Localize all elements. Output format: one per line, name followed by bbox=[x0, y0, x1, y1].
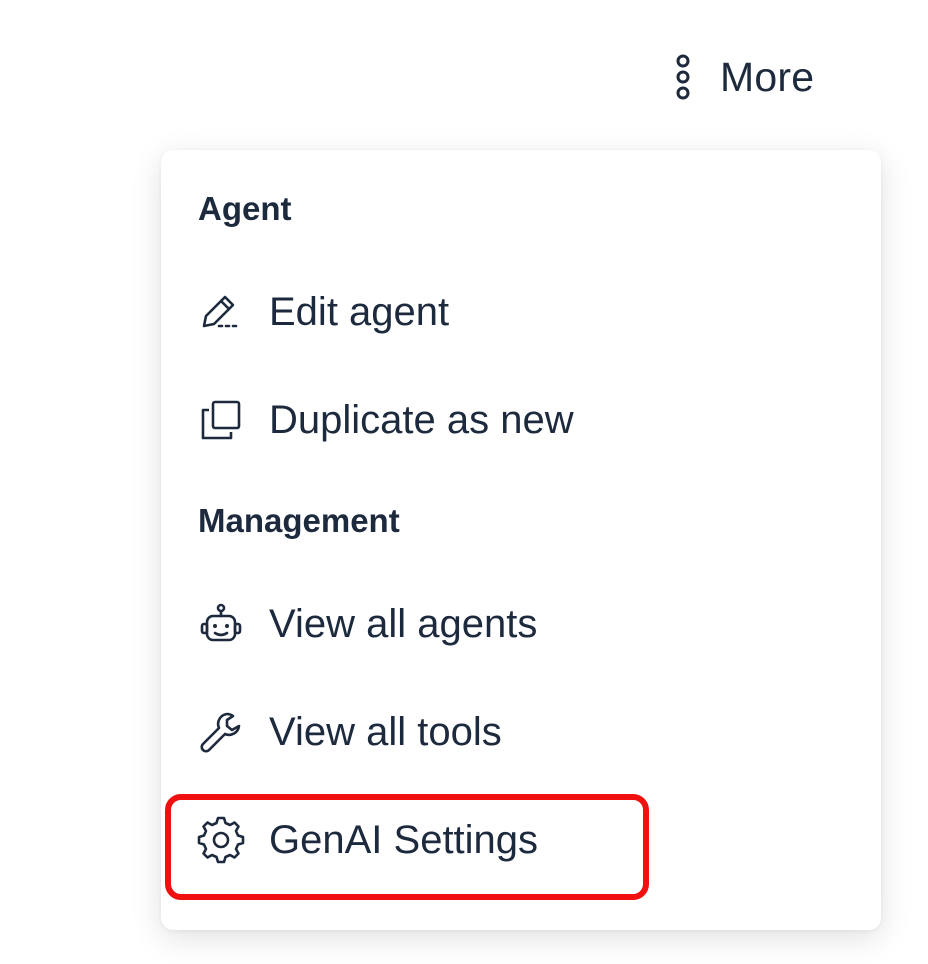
vertical-ellipsis-icon bbox=[672, 51, 694, 103]
wrench-icon bbox=[197, 708, 245, 756]
section-heading-agent: Agent bbox=[198, 190, 292, 227]
menu-item-view-all-agents[interactable]: View all agents bbox=[181, 584, 861, 664]
more-button[interactable]: More bbox=[672, 44, 814, 110]
menu-item-edit-agent[interactable]: Edit agent bbox=[181, 272, 861, 352]
robot-icon bbox=[197, 600, 245, 648]
menu-item-label: View all tools bbox=[269, 709, 502, 754]
menu-item-label: Duplicate as new bbox=[269, 397, 574, 442]
copy-icon bbox=[197, 396, 245, 444]
menu-item-label: View all agents bbox=[269, 601, 538, 646]
menu-item-genai-settings[interactable]: GenAI Settings bbox=[181, 800, 861, 880]
menu-item-view-all-tools[interactable]: View all tools bbox=[181, 692, 861, 772]
pencil-icon bbox=[197, 288, 245, 336]
menu-item-label: Edit agent bbox=[269, 289, 450, 334]
menu-item-label: GenAI Settings bbox=[269, 817, 539, 862]
gear-icon bbox=[197, 816, 245, 864]
more-menu-panel: Agent Edit agent Duplicate as new Manage… bbox=[161, 150, 881, 930]
menu-item-duplicate-as-new[interactable]: Duplicate as new bbox=[181, 380, 861, 460]
more-label: More bbox=[720, 53, 815, 100]
section-heading-management: Management bbox=[198, 502, 400, 539]
